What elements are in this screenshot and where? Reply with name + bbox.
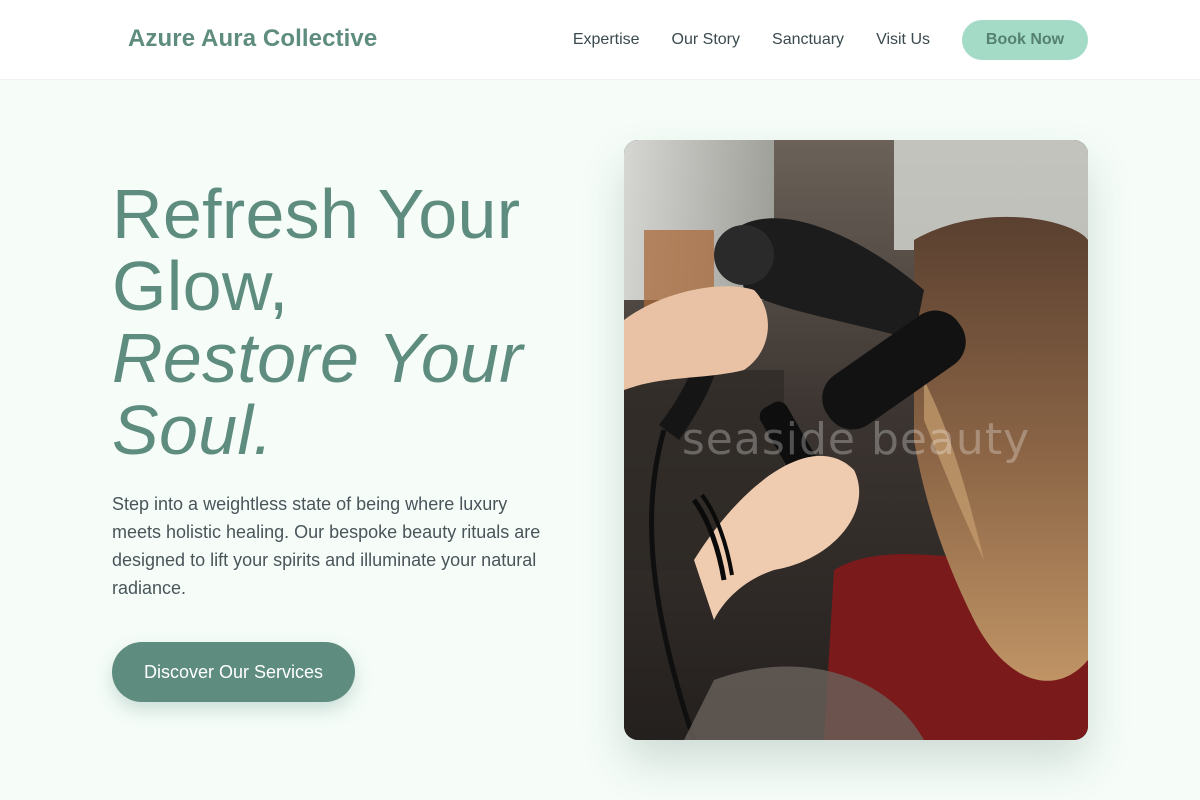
nav-link-expertise[interactable]: Expertise: [573, 31, 640, 49]
main-nav: Expertise Our Story Sanctuary Visit Us B…: [573, 0, 1088, 80]
hero-title-italic-line: Restore Your: [112, 319, 523, 397]
hero-title-italic-line: Soul.: [112, 391, 274, 469]
discover-services-button[interactable]: Discover Our Services: [112, 642, 355, 702]
hero-title-line: Glow,: [112, 247, 289, 325]
hero-title-line: Refresh Your: [112, 175, 521, 253]
nav-link-visit-us[interactable]: Visit Us: [876, 31, 930, 49]
hero-image: seaside beauty: [624, 140, 1088, 740]
brand-logo[interactable]: Azure Aura Collective: [128, 25, 377, 53]
nav-link-our-story[interactable]: Our Story: [672, 31, 740, 49]
image-watermark: seaside beauty: [681, 414, 1031, 465]
hero-title: Refresh Your Glow, Restore Your Soul.: [112, 178, 572, 466]
book-now-button[interactable]: Book Now: [962, 20, 1088, 60]
nav-link-sanctuary[interactable]: Sanctuary: [772, 31, 844, 49]
site-header: Azure Aura Collective Expertise Our Stor…: [0, 0, 1200, 80]
hero-description: Step into a weightless state of being wh…: [112, 494, 541, 598]
